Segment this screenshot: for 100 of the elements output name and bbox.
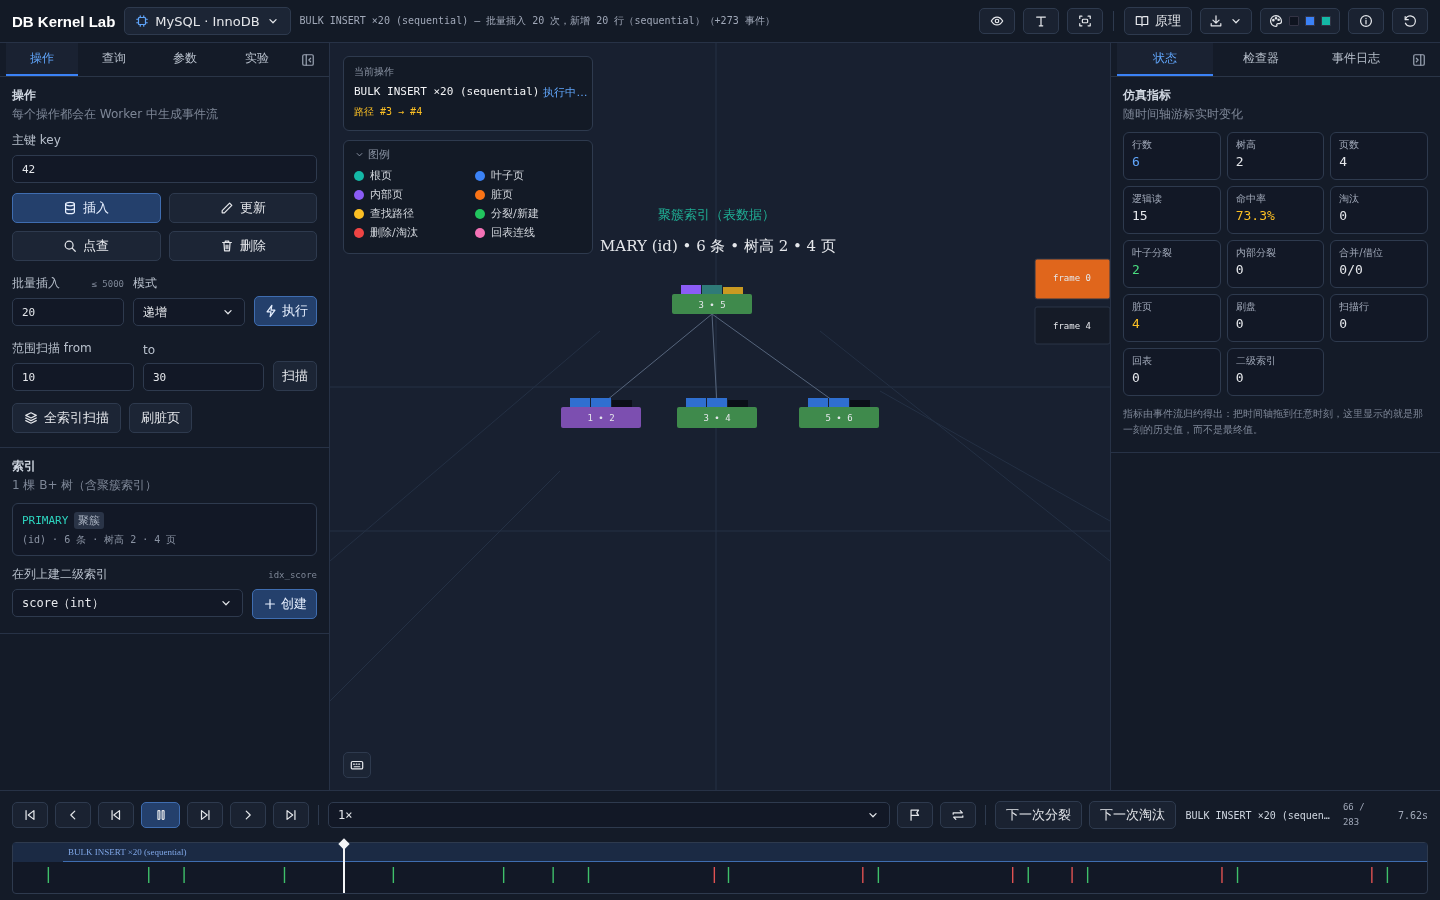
legend-label: 内部页 bbox=[370, 187, 403, 202]
metric-label: 扫描行 bbox=[1339, 300, 1371, 314]
operation-segment: BULK INSERT ×20 (sequential) bbox=[63, 843, 1427, 862]
key-field[interactable]: 42 bbox=[12, 155, 317, 183]
create-button[interactable]: 创建 bbox=[252, 589, 317, 619]
engine-selector[interactable]: MySQL · InnoDB bbox=[124, 7, 291, 35]
focus-button[interactable] bbox=[1067, 8, 1103, 34]
metric-label: 树高 bbox=[1235, 138, 1257, 152]
to-field[interactable]: 30 bbox=[143, 363, 264, 391]
card-label: 当前操作 bbox=[354, 65, 395, 79]
info-icon bbox=[1359, 14, 1373, 28]
metric-label: 刷盘 bbox=[1235, 300, 1257, 314]
flush-button[interactable]: 刷脏页 bbox=[129, 403, 192, 433]
full-scan-button[interactable]: 全索引扫描 bbox=[12, 403, 121, 433]
next-split-button[interactable]: 下一次分裂 bbox=[995, 801, 1083, 829]
chip-icon bbox=[135, 14, 150, 28]
from-field[interactable]: 10 bbox=[12, 363, 134, 391]
operation-button[interactable]: 更新 bbox=[168, 193, 317, 223]
metric-value: 0 bbox=[1235, 316, 1245, 331]
panel-right-icon bbox=[1412, 52, 1426, 67]
keyboard-button[interactable] bbox=[343, 752, 371, 778]
metric-label: 叶子分裂 bbox=[1132, 246, 1173, 260]
metric-label: 回表 bbox=[1132, 354, 1153, 368]
search-path: 路径 #3 → #4 bbox=[354, 105, 424, 119]
frame-label: frame 0 bbox=[1053, 273, 1091, 283]
panel-tab[interactable]: 状态 bbox=[1117, 43, 1213, 76]
metric-value: 0 bbox=[1235, 262, 1245, 277]
limit-hint: ≤ 5000 bbox=[91, 279, 124, 289]
principle-button[interactable]: 原理 bbox=[1124, 7, 1192, 35]
tree-subtitle: MARY (id) • 6 条 • 树高 2 • 4 页 bbox=[600, 237, 836, 255]
panel-tab[interactable]: 实验 bbox=[221, 43, 293, 76]
operation-state: 执行中… bbox=[543, 85, 588, 100]
info-button[interactable] bbox=[1348, 8, 1384, 34]
count-field[interactable]: 20 bbox=[12, 298, 124, 326]
step-forward-button[interactable] bbox=[187, 802, 223, 828]
metric-value: 2 bbox=[1132, 262, 1141, 277]
metric-label: 内部分裂 bbox=[1235, 246, 1277, 260]
metric-value: 0/0 bbox=[1339, 262, 1364, 277]
run-button[interactable]: 执行 bbox=[254, 296, 317, 326]
loop-button[interactable] bbox=[940, 802, 977, 828]
theme-button[interactable] bbox=[1260, 8, 1340, 34]
plus-icon bbox=[262, 597, 277, 611]
jump-start-button[interactable] bbox=[12, 802, 48, 828]
timeline-segment bbox=[13, 843, 64, 862]
field-label: to bbox=[143, 343, 156, 357]
page-keys: 1 • 2 bbox=[587, 413, 615, 423]
pause-button[interactable] bbox=[141, 802, 180, 828]
panel-tab[interactable]: 查询 bbox=[77, 43, 150, 76]
panel-tab[interactable]: 参数 bbox=[149, 43, 222, 76]
panel-tab[interactable]: 事件日志 bbox=[1308, 43, 1404, 76]
field-label: 在列上建二级索引 bbox=[12, 566, 108, 583]
section-title: 索引 bbox=[12, 458, 37, 475]
metric-label: 页数 bbox=[1339, 138, 1361, 152]
metric-value: 0 bbox=[1235, 370, 1245, 385]
section-title: 操作 bbox=[12, 87, 37, 104]
export-button[interactable] bbox=[1200, 8, 1252, 34]
view-button[interactable] bbox=[979, 8, 1015, 34]
panel-tab[interactable]: 检查器 bbox=[1212, 43, 1309, 76]
metric-value: 15 bbox=[1132, 208, 1149, 223]
focus-icon bbox=[1078, 14, 1092, 28]
metric-value: 0 bbox=[1132, 370, 1141, 385]
operation-button[interactable]: 点查 bbox=[12, 231, 161, 261]
event-position: 66 / 283 bbox=[1342, 800, 1366, 829]
speed-select[interactable]: 1× bbox=[328, 802, 891, 828]
section-subtitle: 1 棵 B+ 树（含聚簇索引） bbox=[12, 477, 159, 494]
skip-end-icon bbox=[284, 808, 298, 822]
metric-value: 0 bbox=[1339, 208, 1349, 223]
mode-select[interactable]: 递增 bbox=[133, 298, 245, 326]
step-back-button[interactable] bbox=[98, 802, 134, 828]
jump-end-button[interactable] bbox=[273, 802, 309, 828]
legend-label: 根页 bbox=[370, 168, 392, 183]
legend-label: 回表连线 bbox=[491, 225, 535, 240]
panel-left-icon bbox=[301, 52, 315, 67]
scan-button[interactable]: 扫描 bbox=[273, 361, 317, 391]
metric-value: 4 bbox=[1339, 154, 1349, 169]
text-button[interactable] bbox=[1023, 8, 1059, 34]
operation-button[interactable]: 删除 bbox=[168, 231, 317, 261]
field-label: 批量插入 bbox=[12, 275, 60, 292]
index-badge: 聚簇 bbox=[74, 512, 105, 529]
frame-label: frame 4 bbox=[1053, 321, 1091, 331]
text-icon bbox=[1034, 14, 1048, 28]
index-name-hint: idx_score bbox=[268, 570, 317, 580]
loop-icon bbox=[951, 808, 966, 822]
operation-status: BULK INSERT ×20 (sequential) — 批量插入 20 次，新增 20 行（sequential）（+273 事件） bbox=[299, 14, 775, 28]
keyboard-icon bbox=[350, 758, 364, 772]
metric-label: 二级索引 bbox=[1235, 354, 1277, 368]
panel-tab[interactable]: 操作 bbox=[6, 43, 78, 76]
next-evict-button[interactable]: 下一次淘汰 bbox=[1089, 801, 1177, 829]
legend-label: 查找路径 bbox=[370, 206, 414, 221]
flag-button[interactable] bbox=[897, 802, 934, 828]
page-keys: 3 • 5 bbox=[698, 300, 726, 310]
playhead[interactable] bbox=[337, 839, 350, 893]
metric-value: 0 bbox=[1339, 316, 1349, 331]
legend-toggle[interactable]: 图例 bbox=[354, 147, 390, 162]
reset-button[interactable] bbox=[1392, 8, 1428, 34]
trash-icon bbox=[219, 239, 234, 253]
page-keys: 3 • 4 bbox=[703, 413, 731, 423]
operation-button[interactable]: 插入 bbox=[12, 193, 161, 223]
column-select[interactable]: score（int） bbox=[12, 589, 243, 617]
metric-label: 逻辑读 bbox=[1132, 192, 1163, 206]
